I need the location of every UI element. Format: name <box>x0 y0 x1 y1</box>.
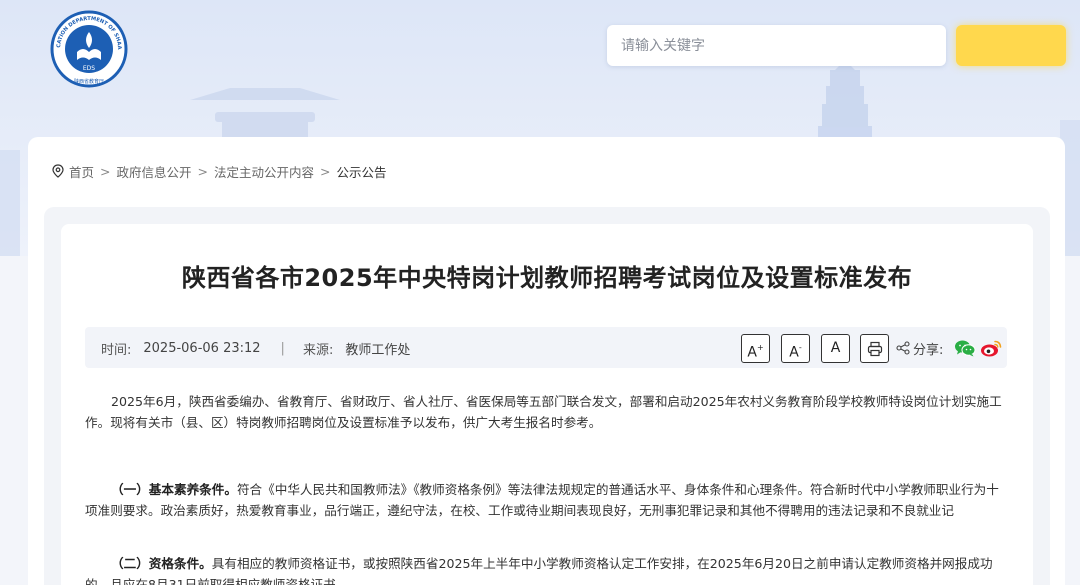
breadcrumb-separator: > <box>197 163 208 179</box>
breadcrumb-current[interactable]: 公示公告 <box>337 162 387 181</box>
source-value: 教师工作处 <box>345 343 411 358</box>
breadcrumb-statutory[interactable]: 法定主动公开内容 <box>214 162 314 181</box>
paragraph-3-body: 具有相应的教师资格证书，或按照陕西省2025年上半年中小学教师资格认定工作安排，… <box>85 556 993 585</box>
breadcrumb-gov-info[interactable]: 政府信息公开 <box>117 162 192 181</box>
search-input[interactable] <box>607 25 946 66</box>
print-icon <box>867 341 882 356</box>
meta-divider: | <box>280 341 285 356</box>
breadcrumb-separator: > <box>100 163 111 179</box>
minus-icon: - <box>798 343 802 352</box>
logo-abbrev: EDS <box>83 65 95 72</box>
font-reset-button[interactable]: A <box>821 334 850 363</box>
time-label: 时间: <box>101 343 132 358</box>
article-paragraph-1: 2025年6月，陕西省委编办、省教育厅、省财政厅、省人社厅、省医保局等五部门联合… <box>85 394 1002 430</box>
article-title: 陕西省各市2025年中央特岗计划教师招聘考试岗位及设置标准发布 <box>181 264 913 292</box>
location-pin-icon <box>52 164 64 178</box>
plus-icon: + <box>756 343 764 352</box>
article-paragraph-3: （二）资格条件。具有相应的教师资格证书，或按照陕西省2025年上半年中小学教师资… <box>85 553 1007 585</box>
font-larger-label: A <box>747 344 757 361</box>
font-larger-button[interactable]: A+ <box>741 334 770 363</box>
font-reset-label: A <box>830 340 841 356</box>
wechat-icon[interactable] <box>954 339 976 357</box>
paragraph-3-heading: （二）资格条件。 <box>111 556 212 571</box>
share-label: 分享: <box>913 343 944 358</box>
share-icon <box>896 341 910 355</box>
breadcrumb: 首页 > 政府信息公开 > 法定主动公开内容 > 公示公告 <box>52 161 387 181</box>
article-meta: 时间: 2025-06-06 23:12 | 来源: 教师工作处 <box>101 339 410 358</box>
print-button[interactable] <box>860 334 889 363</box>
time-value: 2025-06-06 23:12 <box>143 341 261 356</box>
search-button[interactable] <box>956 25 1066 66</box>
weibo-icon[interactable] <box>980 339 1002 358</box>
article-paragraph-2: （一）基本素养条件。符合《中华人民共和国教师法》《教师资格条例》等法律法规规定的… <box>85 479 1007 521</box>
education-department-logo[interactable]: EDS EDUCATION DEPARTMENT OF SHAANXI 陕西省教… <box>50 10 128 88</box>
logo-cn-text: 陕西省教育厅 <box>74 78 104 85</box>
paragraph-2-heading: （一）基本素养条件。 <box>111 482 237 497</box>
source-label: 来源: <box>302 343 334 358</box>
font-smaller-label: A <box>789 344 799 361</box>
breadcrumb-separator: > <box>320 163 331 179</box>
font-smaller-button[interactable]: A- <box>781 334 810 363</box>
breadcrumb-home[interactable]: 首页 <box>69 162 94 181</box>
